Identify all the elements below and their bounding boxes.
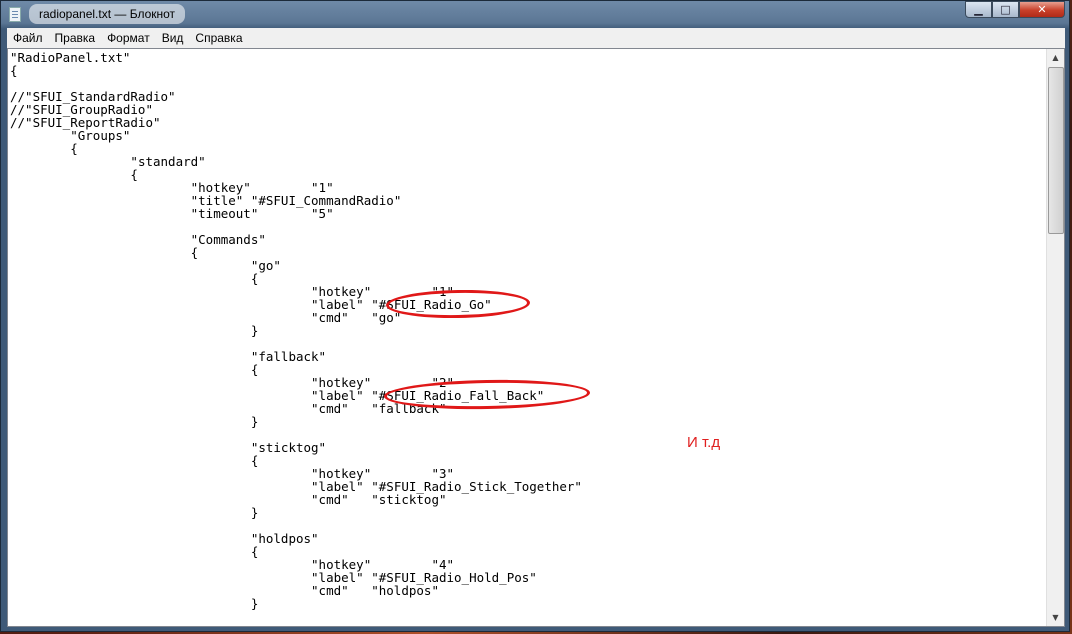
scroll-up-arrow-icon[interactable]: ▲ bbox=[1047, 49, 1064, 66]
scroll-down-arrow-icon[interactable]: ▼ bbox=[1047, 609, 1064, 626]
caption-buttons: ▁ □ ✕ bbox=[965, 1, 1065, 19]
maximize-button[interactable]: □ bbox=[992, 1, 1019, 18]
menu-view[interactable]: Вид bbox=[156, 28, 190, 48]
close-button[interactable]: ✕ bbox=[1019, 1, 1065, 18]
menu-edit[interactable]: Правка bbox=[49, 28, 102, 48]
menu-help[interactable]: Справка bbox=[189, 28, 248, 48]
text-editor[interactable]: "RadioPanel.txt" { //"SFUI_StandardRadio… bbox=[7, 48, 1065, 627]
minimize-button[interactable]: ▁ bbox=[965, 1, 992, 18]
menu-format[interactable]: Формат bbox=[101, 28, 156, 48]
editor-content[interactable]: "RadioPanel.txt" { //"SFUI_StandardRadio… bbox=[10, 51, 582, 610]
vertical-scrollbar[interactable]: ▲ ▼ bbox=[1046, 49, 1064, 626]
menu-file[interactable]: Файл bbox=[7, 28, 49, 48]
notepad-window: radiopanel.txt — Блокнот ▁ □ ✕ Файл Прав… bbox=[0, 0, 1070, 632]
annotation-etc: И т.д bbox=[687, 434, 721, 451]
scroll-thumb[interactable] bbox=[1048, 67, 1064, 234]
menu-bar: Файл Правка Формат Вид Справка bbox=[7, 28, 1065, 48]
title-bar[interactable]: radiopanel.txt — Блокнот ▁ □ ✕ bbox=[1, 1, 1069, 28]
notepad-icon[interactable] bbox=[9, 7, 21, 22]
window-title: radiopanel.txt — Блокнот bbox=[29, 4, 186, 24]
